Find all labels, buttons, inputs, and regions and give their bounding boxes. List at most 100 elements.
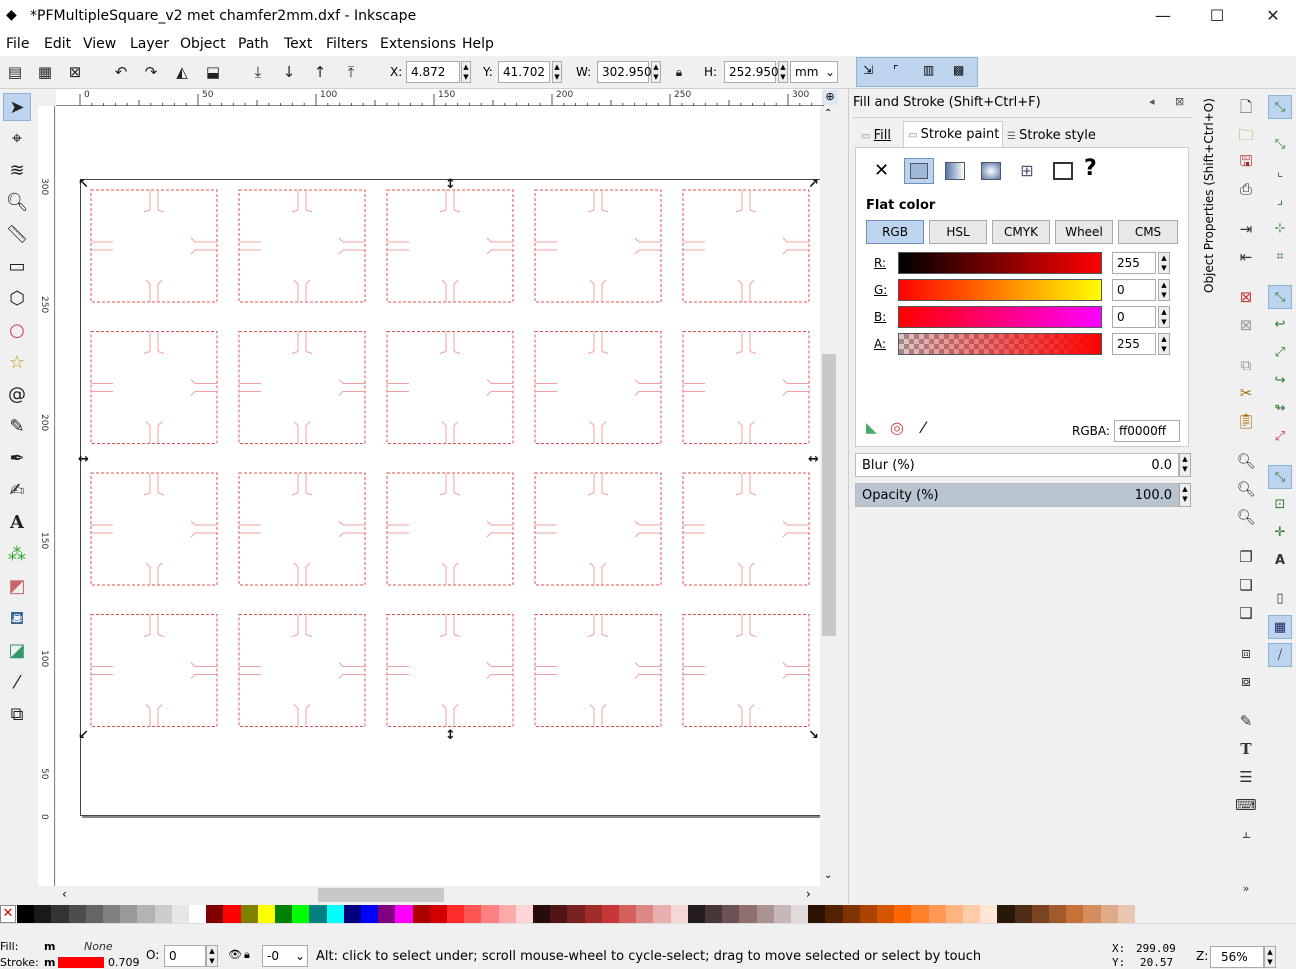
palette-swatch[interactable] — [189, 905, 207, 923]
palette-swatch[interactable] — [722, 905, 740, 923]
palette-swatch[interactable] — [412, 905, 431, 923]
linear-gradient-button[interactable] — [940, 158, 970, 184]
palette-swatch[interactable] — [498, 905, 517, 923]
text-tool-icon[interactable]: A — [3, 509, 31, 537]
palette-swatch[interactable] — [257, 905, 276, 923]
transform-gradients-icon[interactable]: ▥ — [923, 63, 934, 77]
b-input[interactable]: 0 — [1112, 306, 1156, 328]
x-spinner[interactable]: ▲ ▼ — [461, 61, 471, 83]
snap-page-icon[interactable]: ▯ — [1268, 587, 1292, 611]
b-spinner[interactable]: ▲ ▼ — [1158, 306, 1170, 328]
calligraphy-tool-icon[interactable]: ✍ — [3, 477, 31, 505]
opacity-status-spinner[interactable]: ▲ ▼ — [206, 945, 218, 967]
eraser-tool-icon[interactable]: ◩ — [3, 573, 31, 601]
palette-swatch[interactable] — [481, 905, 500, 923]
selection-handle[interactable]: ↘ — [808, 728, 819, 743]
palette-swatch[interactable] — [533, 905, 551, 923]
palette-swatch[interactable] — [842, 905, 861, 923]
lock-icon[interactable]: 🔒︎ — [668, 62, 690, 82]
palette-swatch[interactable] — [1117, 905, 1136, 923]
palette-swatch[interactable] — [808, 905, 826, 923]
palette-swatch[interactable] — [1031, 905, 1050, 923]
open-file-icon[interactable]: 🗀︎ — [1234, 123, 1258, 147]
flip-horizontal-icon[interactable]: ◭ — [171, 62, 193, 82]
tweak-tool-icon[interactable]: ≋ — [3, 157, 31, 185]
palette-swatch[interactable] — [1100, 905, 1119, 923]
h-spinner[interactable]: ▲ ▼ — [778, 61, 788, 83]
palette-swatch[interactable] — [103, 905, 121, 923]
layer-visibility-icon[interactable]: 👁︎ — [228, 948, 242, 961]
selection-handle[interactable]: ↕ — [445, 177, 456, 192]
drawing-canvas[interactable]: ↖ ↕ ↗ ↔ ↔ ↙ ↕ ↘ — [56, 106, 820, 886]
undo-icon[interactable]: ⊠ — [1234, 285, 1258, 309]
menu-edit[interactable]: Edit — [44, 36, 71, 52]
vertical-scrollbar[interactable]: ⌃ ⌄ — [820, 106, 838, 886]
palette-swatch[interactable] — [275, 905, 293, 923]
stroke-width-value[interactable]: 0.709 — [108, 956, 140, 969]
selection-handle[interactable]: ↖ — [78, 177, 89, 192]
lower-to-bottom-icon[interactable]: ⤓ — [247, 62, 269, 82]
snap-cusp-icon[interactable]: ↪ — [1268, 369, 1292, 393]
zoom-drawing-icon[interactable]: 🔍︎ — [1234, 477, 1258, 501]
group-icon[interactable]: ⧈ — [1234, 641, 1258, 665]
snap-bbox-edge-icon[interactable]: ⌞ — [1268, 161, 1292, 185]
snap-intersections-icon[interactable]: ⤢ — [1268, 341, 1292, 365]
layer-select[interactable]: -0 ⌄ — [262, 945, 308, 967]
new-document-icon[interactable]: 🗋︎ — [1234, 95, 1258, 119]
g-spinner[interactable]: ▲ ▼ — [1158, 279, 1170, 301]
palette-swatch[interactable] — [928, 905, 947, 923]
palette-swatch[interactable] — [343, 905, 362, 923]
lower-icon[interactable]: ↓ — [278, 62, 300, 82]
palette-swatch[interactable] — [120, 905, 138, 923]
unit-select[interactable]: mm ⌄ — [790, 61, 838, 83]
rotate-cw-icon[interactable]: ↷ — [140, 62, 162, 82]
palette-swatch[interactable] — [1014, 905, 1033, 923]
snap-bbox-midpoint-icon[interactable]: ⊹ — [1268, 217, 1292, 241]
palette-swatch[interactable] — [963, 905, 981, 923]
stroke-color-swatch[interactable] — [58, 957, 104, 968]
raise-to-top-icon[interactable]: ⤒ — [340, 62, 362, 82]
zoom-spinner[interactable]: ▲ ▼ — [1264, 946, 1276, 968]
palette-swatch[interactable] — [1049, 905, 1067, 923]
duplicate-icon[interactable]: ❐ — [1234, 545, 1258, 569]
y-input[interactable]: 41.702 — [498, 61, 550, 83]
palette-swatch[interactable] — [670, 905, 689, 923]
palette-swatch[interactable] — [687, 905, 706, 923]
radial-gradient-button[interactable] — [976, 158, 1006, 184]
menu-text[interactable]: Text — [284, 36, 312, 52]
fill-none-value[interactable]: None — [84, 940, 113, 953]
maximize-button[interactable]: ☐ — [1194, 0, 1240, 32]
menu-view[interactable]: View — [83, 36, 116, 52]
y-spinner[interactable]: ▲ ▼ — [552, 61, 562, 83]
text-font-icon[interactable]: T — [1234, 737, 1258, 761]
zoom-selection-icon[interactable]: 🔍︎ — [1234, 449, 1258, 473]
g-input[interactable]: 0 — [1112, 279, 1156, 301]
gradient-tool-icon[interactable]: ◪ — [3, 637, 31, 665]
snap-text-baseline-icon[interactable]: A — [1268, 549, 1292, 573]
snap-smooth-icon[interactable]: ↬ — [1268, 397, 1292, 421]
palette-swatch[interactable] — [773, 905, 792, 923]
rotate-ccw-icon[interactable]: ↶ — [110, 62, 132, 82]
vertical-scroll-thumb[interactable] — [822, 354, 836, 636]
palette-swatch[interactable] — [980, 905, 998, 923]
snap-bbox-corner-icon[interactable]: ⌟ — [1268, 189, 1292, 213]
layer-lock-icon[interactable]: 🔒︎ — [244, 948, 250, 962]
scale-stroke-icon[interactable]: ⇲ — [863, 63, 873, 77]
palette-swatch[interactable] — [877, 905, 895, 923]
menu-file[interactable]: File — [6, 36, 29, 52]
scroll-up-icon[interactable]: ⌃ — [824, 108, 832, 119]
menu-extensions[interactable]: Extensions — [380, 36, 456, 52]
zoom-tool-icon[interactable]: 🔍︎ — [3, 189, 31, 217]
unset-paint-icon[interactable]: ? — [1084, 156, 1097, 181]
panel-close-icon[interactable]: ⊠ — [1175, 95, 1184, 108]
palette-swatch[interactable] — [429, 905, 448, 923]
save-icon[interactable]: 🖫︎ — [1234, 149, 1258, 173]
more-commands-icon[interactable]: » — [1234, 877, 1258, 901]
snap-others-icon[interactable]: ⤡ — [1268, 465, 1292, 489]
palette-swatch[interactable] — [326, 905, 345, 923]
palette-swatch[interactable] — [171, 905, 190, 923]
layers-icon[interactable]: ☰ — [1234, 765, 1258, 789]
palette-swatch[interactable] — [636, 905, 654, 923]
zoom-page-icon[interactable]: 🔍︎ — [1234, 505, 1258, 529]
measure-tool-icon[interactable]: 📏︎ — [3, 221, 31, 249]
